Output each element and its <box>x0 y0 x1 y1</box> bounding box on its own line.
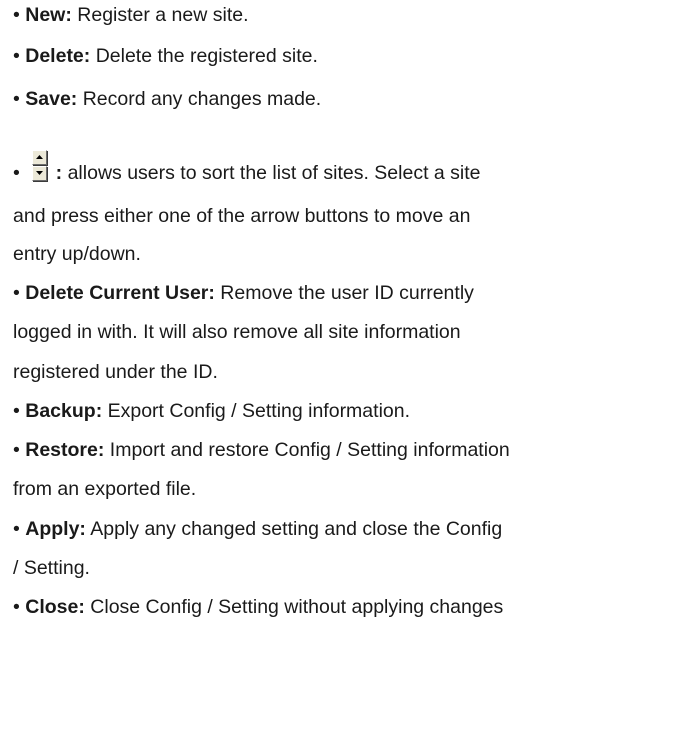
list-item-delete-current-user: • Delete Current User: Remove the user I… <box>13 281 474 305</box>
restore-cont-1: from an exported file. <box>13 478 197 500</box>
term-delete: Delete: <box>25 45 91 67</box>
bullet: • <box>13 162 20 184</box>
bullet: • <box>13 282 20 304</box>
term-save: Save: <box>25 88 78 110</box>
apply-cont-1: / Setting. <box>13 557 90 579</box>
list-item-delete: • Delete: Delete the registered site. <box>13 44 318 68</box>
sort-cont-1: and press either one of the arrow button… <box>13 205 471 227</box>
list-item-apply: • Apply: Apply any changed setting and c… <box>13 517 502 541</box>
term-delete-current-user: Delete Current User: <box>25 282 215 304</box>
bullet: • <box>13 439 20 461</box>
arrow-up-icon <box>32 150 47 165</box>
list-item-save: • Save: Record any changes made. <box>13 87 321 111</box>
list-item-backup: • Backup: Export Config / Setting inform… <box>13 399 410 423</box>
bullet: • <box>13 400 20 422</box>
list-item-restore: • Restore: Import and restore Config / S… <box>13 438 510 462</box>
desc-new: Register a new site. <box>71 4 249 26</box>
term-backup: Backup: <box>25 400 103 422</box>
bullet: • <box>13 596 20 618</box>
term-apply: Apply: <box>25 518 86 540</box>
bullet: • <box>13 88 20 110</box>
sort-cont-2: entry up/down. <box>13 243 141 265</box>
desc-close: Close Config / Setting without applying … <box>84 596 504 618</box>
bullet: • <box>13 4 20 26</box>
delete-user-cont-2: registered under the ID. <box>13 361 218 383</box>
term-restore: Restore: <box>25 439 105 461</box>
term-new: New: <box>25 4 72 26</box>
term-close: Close: <box>25 596 85 618</box>
desc-apply: Apply any changed setting and close the … <box>85 518 503 540</box>
sort-arrow-buttons <box>32 150 47 181</box>
desc-backup: Export Config / Setting information. <box>102 400 411 422</box>
bullet: • <box>13 45 20 67</box>
list-item-close: • Close: Close Config / Setting without … <box>13 595 503 619</box>
desc-save: Record any changes made. <box>77 88 322 110</box>
desc-restore: Import and restore Config / Setting info… <box>104 439 510 461</box>
desc-delete: Delete the registered site. <box>90 45 318 67</box>
list-item-sort: • : allows users to sort the list of sit… <box>13 161 481 185</box>
list-item-new: • New: Register a new site. <box>13 3 249 27</box>
arrow-down-icon <box>32 166 47 181</box>
delete-user-cont-1: logged in with. It will also remove all … <box>13 321 461 343</box>
desc-sort: allows users to sort the list of sites. … <box>62 162 481 184</box>
desc-delete-current-user: Remove the user ID currently <box>214 282 474 304</box>
bullet: • <box>13 518 20 540</box>
